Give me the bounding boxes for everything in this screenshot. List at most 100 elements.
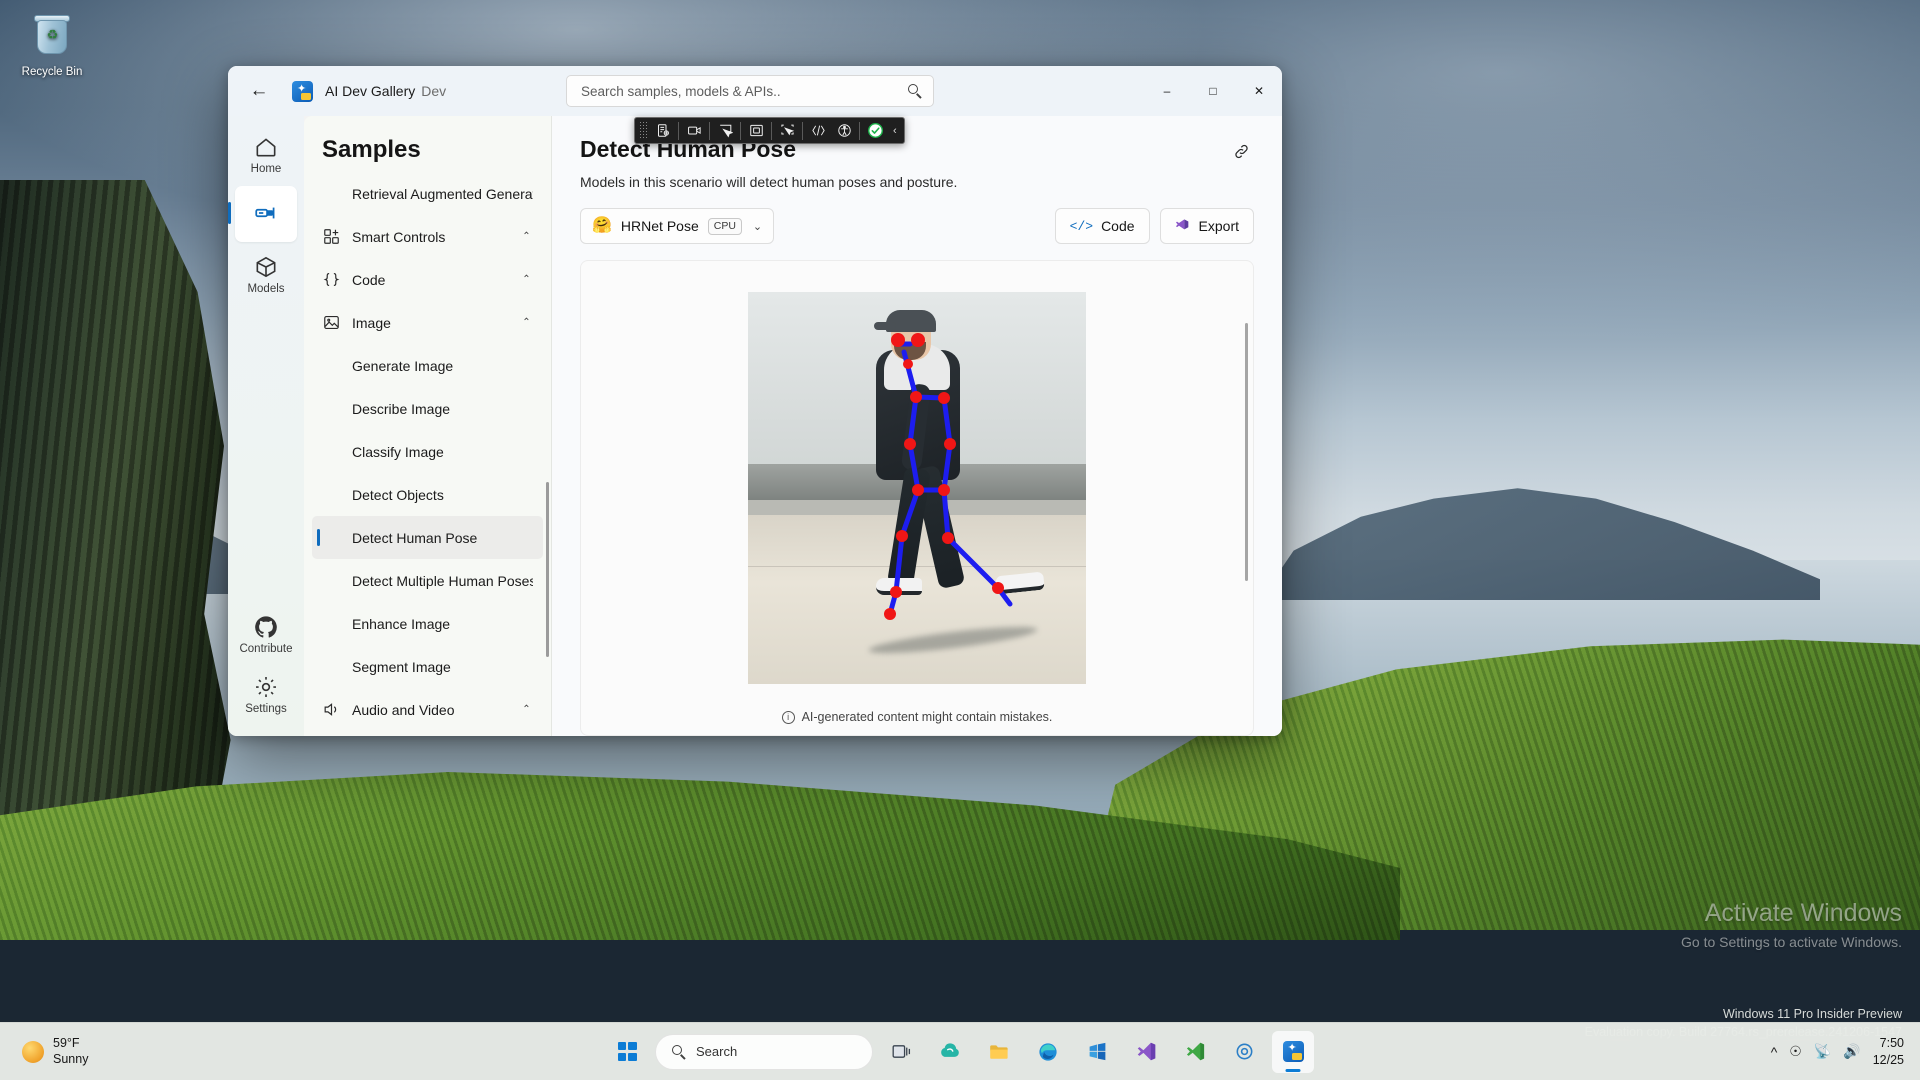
recycle-bin-label: Recycle Bin	[8, 65, 96, 79]
activation-watermark-title: Activate Windows	[1681, 895, 1902, 931]
ai-dev-gallery-icon[interactable]: ✦	[1272, 1031, 1314, 1073]
search-input[interactable]	[581, 84, 907, 99]
sidebar-item-detect-multiple-human-poses[interactable]: Detect Multiple Human Poses	[312, 559, 543, 602]
sidebar-item-segment-image[interactable]: Segment Image	[312, 645, 543, 688]
chevron-up-icon[interactable]: ^	[1771, 1044, 1778, 1060]
sidebar-item-detect-objects[interactable]: Detect Objects	[312, 473, 543, 516]
link-icon[interactable]	[1226, 136, 1256, 166]
desktop-icon-recycle-bin[interactable]: ♻ Recycle Bin	[8, 8, 96, 79]
ai-dev-gallery-app-icon: ✦	[292, 81, 313, 102]
activation-watermark: Activate Windows Go to Settings to activ…	[1681, 895, 1902, 952]
sidebar-group-image[interactable]: Image ⌃	[312, 301, 543, 344]
main-content: Detect Human Pose Models in this scenari…	[552, 116, 1282, 736]
chevron-up-icon[interactable]: ⌃	[520, 231, 533, 242]
sidebar-item-label: Describe Image	[322, 401, 533, 417]
export-button[interactable]: Export	[1160, 208, 1254, 244]
microsoft-store-icon[interactable]	[1076, 1031, 1118, 1073]
sidebar-group-smart-controls[interactable]: Smart Controls ⌃	[312, 215, 543, 258]
system-tray: ^ ☉ 📡 🔊 7:50 12/25	[1771, 1035, 1920, 1068]
audio-video-icon	[322, 700, 341, 719]
sidebar-item-classify-image[interactable]: Classify Image	[312, 430, 543, 473]
rail-item-home[interactable]: Home	[235, 126, 297, 182]
samples-panel: Samples Retrieval Augmented Generation S…	[304, 116, 552, 736]
highlight-box-icon[interactable]	[743, 119, 769, 142]
samples-plug-icon	[253, 200, 279, 226]
sidebar-item-label: Generate Image	[322, 358, 533, 374]
window-titlebar: ← ✦ AI Dev Gallery Dev – □ ✕	[228, 66, 1282, 116]
taskbar-weather-widget[interactable]: 59°F Sunny	[0, 1036, 210, 1067]
window-controls: – □ ✕	[1144, 66, 1282, 116]
result-card: i AI-generated content might contain mis…	[580, 260, 1254, 736]
rail-item-models[interactable]: Models	[235, 246, 297, 302]
rail-item-samples[interactable]	[235, 186, 297, 242]
sun-icon	[22, 1041, 44, 1063]
sidebar-item-label: Audio and Video	[352, 702, 509, 718]
sidebar-group-audio-and-video[interactable]: Audio and Video ⌃	[312, 688, 543, 731]
sidebar-item-label: Image	[352, 315, 509, 331]
vs-code-insiders-icon[interactable]	[1174, 1031, 1216, 1073]
model-selector-dropdown[interactable]: 🤗 HRNet Pose CPU ⌄	[580, 208, 774, 244]
taskbar-center-group: Search	[606, 1031, 1314, 1073]
accessibility-inspector-toolbar[interactable]: ‹	[634, 117, 905, 144]
accessibility-person-icon[interactable]	[831, 119, 857, 142]
tray-copilot-icon[interactable]: ☉	[1789, 1043, 1802, 1060]
back-arrow-icon[interactable]: ←	[238, 74, 280, 108]
clock-date: 12/25	[1873, 1052, 1904, 1068]
checkmark-circle-icon[interactable]	[862, 119, 888, 142]
drag-grip-handle[interactable]	[639, 121, 648, 140]
sidebar-item-generate-image[interactable]: Generate Image	[312, 344, 543, 387]
settings-gear-icon[interactable]	[1223, 1031, 1265, 1073]
model-name-label: HRNet Pose	[621, 218, 699, 234]
window-body: Home Models	[228, 116, 1282, 736]
file-explorer-icon[interactable]	[978, 1031, 1020, 1073]
sidebar-item-retrieval-augmented-generation[interactable]: Retrieval Augmented Generation	[312, 172, 543, 215]
rail-item-contribute[interactable]: Contribute	[235, 606, 297, 662]
samples-list-scrollbar[interactable]	[546, 482, 549, 657]
select-element-cursor-icon[interactable]	[712, 119, 738, 142]
chevron-up-icon[interactable]: ⌃	[520, 274, 533, 285]
sidebar-item-label: Enhance Image	[322, 616, 533, 632]
result-caption-text: AI-generated content might contain mista…	[802, 710, 1053, 724]
clock-time: 7:50	[1873, 1035, 1904, 1051]
sidebar-item-describe-image[interactable]: Describe Image	[312, 387, 543, 430]
chevron-up-icon[interactable]: ⌃	[520, 704, 533, 715]
smart-controls-icon	[322, 227, 341, 246]
task-view-icon[interactable]	[880, 1031, 922, 1073]
action-buttons: </> Code Export	[1055, 208, 1254, 244]
sidebar-group-code[interactable]: Code ⌃	[312, 258, 543, 301]
visual-studio-icon[interactable]	[1125, 1031, 1167, 1073]
page-description: Models in this scenario will detect huma…	[580, 174, 1254, 190]
focus-tracking-icon[interactable]	[774, 119, 800, 142]
code-angle-brackets-icon: </>	[1070, 219, 1093, 234]
sidebar-item-enhance-image[interactable]: Enhance Image	[312, 602, 543, 645]
inspect-properties-icon[interactable]	[650, 119, 676, 142]
minimize-button[interactable]: –	[1144, 66, 1190, 116]
record-video-icon[interactable]	[681, 119, 707, 142]
navigation-rail: Home Models	[228, 116, 304, 736]
chevron-up-icon[interactable]: ⌃	[520, 317, 533, 328]
info-icon: i	[782, 711, 795, 724]
network-icon[interactable]: 📡	[1814, 1043, 1831, 1060]
collapse-toolbar-chevron-icon[interactable]: ‹	[888, 125, 902, 137]
sidebar-item-detect-human-pose[interactable]: Detect Human Pose	[312, 516, 543, 559]
windows-start-icon[interactable]	[606, 1031, 648, 1073]
volume-icon[interactable]: 🔊	[1843, 1043, 1860, 1060]
maximize-button[interactable]: □	[1190, 66, 1236, 116]
result-card-scrollbar[interactable]	[1245, 323, 1248, 581]
global-search-box[interactable]	[566, 75, 934, 107]
copilot-icon[interactable]	[929, 1031, 971, 1073]
code-button[interactable]: </> Code	[1055, 208, 1150, 244]
rail-item-settings[interactable]: Settings	[235, 666, 297, 722]
code-tag-icon[interactable]	[805, 119, 831, 142]
code-button-label: Code	[1101, 218, 1134, 234]
gear-icon	[253, 674, 279, 700]
taskbar-clock[interactable]: 7:50 12/25	[1873, 1035, 1904, 1068]
rail-item-settings-label: Settings	[245, 703, 287, 715]
close-button[interactable]: ✕	[1236, 66, 1282, 116]
samples-list[interactable]: Retrieval Augmented Generation Smart Con…	[304, 172, 551, 736]
taskbar-search-box[interactable]: Search	[655, 1034, 873, 1070]
sidebar-item-label: Segment Image	[322, 659, 533, 675]
microsoft-edge-icon[interactable]	[1027, 1031, 1069, 1073]
home-icon	[253, 134, 279, 160]
github-icon	[253, 614, 279, 640]
